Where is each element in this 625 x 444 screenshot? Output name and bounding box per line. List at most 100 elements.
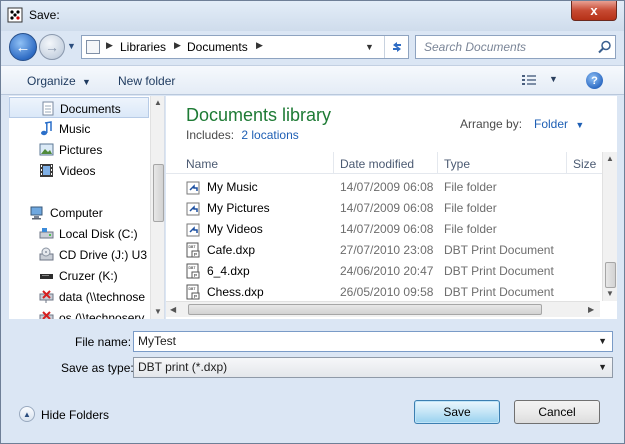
change-view-button[interactable]: ▼ [521, 73, 561, 89]
chevron-down-icon[interactable]: ▼ [549, 74, 558, 84]
breadcrumb-libraries[interactable]: Libraries [120, 40, 166, 54]
forward-button[interactable]: → [39, 34, 65, 60]
column-header: Name Date modified Type Size [166, 152, 617, 174]
file-type: File folder [444, 222, 497, 236]
refresh-icon [392, 42, 401, 52]
scroll-down-icon[interactable]: ▼ [154, 307, 162, 316]
sidebar-item-label: Cruzer (K:) [59, 269, 118, 283]
svg-text:DBT: DBT [189, 245, 197, 249]
scroll-up-icon[interactable]: ▲ [154, 98, 162, 107]
sidebar-item-network-os[interactable]: os (\\technoserv [9, 307, 149, 319]
history-dropdown-icon[interactable]: ▼ [67, 41, 76, 51]
file-name: Chess.dxp [207, 285, 264, 299]
svg-text:DBT: DBT [189, 266, 197, 270]
locations-link[interactable]: 2 locations [241, 128, 298, 142]
videos-icon [40, 164, 53, 177]
file-row[interactable]: My Pictures 14/07/2009 06:08 File folder [166, 197, 600, 218]
column-type[interactable]: Type [444, 157, 470, 171]
column-date-modified[interactable]: Date modified [340, 157, 414, 171]
sidebar-item-cruzer[interactable]: Cruzer (K:) [9, 265, 149, 286]
sidebar-item-videos[interactable]: Videos [9, 160, 149, 181]
location-icon [86, 40, 100, 54]
chevron-down-icon[interactable]: ▼ [598, 336, 607, 346]
breadcrumb-separator-icon[interactable]: ▶ [174, 40, 181, 51]
back-arrow-icon: ← [15, 38, 31, 56]
file-name: My Music [207, 180, 258, 194]
documents-icon [42, 101, 54, 116]
refresh-button[interactable] [384, 36, 408, 58]
help-icon: ? [591, 74, 598, 87]
sidebar-item-label: Videos [59, 164, 96, 178]
music-icon [41, 121, 52, 136]
cancel-button[interactable]: Cancel [514, 400, 600, 424]
sidebar-item-cd-drive[interactable]: CD Drive (J:) U3 S [9, 244, 158, 265]
scroll-right-icon[interactable]: ▶ [588, 305, 594, 314]
help-button[interactable]: ? [586, 72, 603, 89]
file-row[interactable]: DBT P 6_4.dxp 24/06/2010 20:47 DBT Print … [166, 260, 600, 281]
save-as-type-value: DBT print (*.dxp) [138, 360, 228, 374]
sidebar-item-pictures[interactable]: Pictures [9, 139, 149, 160]
file-row[interactable]: DBT P Cafe.dxp 27/07/2010 23:08 DBT Print… [166, 239, 600, 260]
arrange-by-value: Folder [534, 117, 569, 131]
folder-shortcut-icon [186, 181, 200, 195]
file-list-horizontal-scrollbar[interactable]: ◀ ▶ [166, 301, 600, 317]
horizontal-scroll-thumb[interactable] [188, 304, 542, 315]
breadcrumb-documents[interactable]: Documents [187, 40, 248, 54]
file-type: File folder [444, 201, 497, 215]
column-divider[interactable] [333, 152, 334, 174]
column-size[interactable]: Size [573, 157, 596, 171]
dxp-file-icon: DBT P [186, 263, 200, 279]
sidebar-item-label: data (\\technose [59, 290, 146, 304]
file-row[interactable]: My Music 14/07/2009 06:08 File folder [166, 176, 600, 197]
sidebar-item-documents[interactable]: Documents [9, 97, 149, 118]
file-type: DBT Print Document [444, 285, 554, 299]
column-name[interactable]: Name [186, 157, 218, 171]
computer-icon [30, 206, 43, 220]
cd-drive-icon [39, 247, 54, 261]
address-dropdown-icon[interactable]: ▼ [365, 42, 374, 52]
search-icon[interactable] [598, 40, 612, 54]
new-folder-button[interactable]: New folder [118, 74, 175, 88]
address-bar[interactable]: ▶ Libraries ▶ Documents ▶ ▼ [81, 35, 409, 59]
column-divider[interactable] [437, 152, 438, 174]
collapse-up-icon: ▲ [19, 406, 35, 422]
file-date: 24/06/2010 20:47 [340, 264, 434, 278]
file-name: My Pictures [207, 201, 270, 215]
vertical-scroll-thumb[interactable] [605, 262, 616, 288]
sidebar-item-music[interactable]: Music [9, 118, 149, 139]
sidebar-scroll-thumb[interactable] [153, 164, 164, 222]
organize-button[interactable]: Organize ▼ [27, 74, 91, 88]
search-box[interactable]: Search Documents [415, 35, 616, 59]
file-date: 27/07/2010 23:08 [340, 243, 434, 257]
svg-text:DBT: DBT [189, 287, 197, 291]
search-input[interactable]: Search Documents [424, 40, 526, 54]
navigation-pane: Documents Music Pictures Videos Computer [9, 96, 165, 319]
hide-folders-label: Hide Folders [41, 408, 110, 422]
sidebar-item-network-data[interactable]: data (\\technose [9, 286, 149, 307]
scroll-down-icon[interactable]: ▼ [606, 289, 614, 298]
close-button[interactable]: x [571, 1, 617, 21]
sidebar-scrollbar[interactable]: ▲ ▼ [150, 96, 164, 319]
view-list-icon [522, 75, 536, 85]
chevron-down-icon: ▼ [598, 362, 607, 372]
file-list-vertical-scrollbar[interactable]: ▲ ▼ [602, 152, 617, 301]
dxp-file-icon: DBT P [186, 242, 200, 258]
file-row[interactable]: My Videos 14/07/2009 06:08 File folder [166, 218, 600, 239]
arrange-by-dropdown[interactable]: Folder ▼ [534, 117, 584, 131]
sidebar-item-local-disk[interactable]: Local Disk (C:) [9, 223, 149, 244]
scroll-left-icon[interactable]: ◀ [170, 305, 176, 314]
file-date: 14/07/2009 06:08 [340, 180, 434, 194]
file-name: 6_4.dxp [207, 264, 250, 278]
filename-field[interactable]: MyTest ▼ [133, 331, 613, 352]
column-divider[interactable] [566, 152, 567, 174]
file-row[interactable]: DBT P Chess.dxp 26/05/2010 09:58 DBT Prin… [166, 281, 600, 302]
file-type: DBT Print Document [444, 243, 554, 257]
breadcrumb-separator-icon[interactable]: ▶ [106, 40, 113, 51]
save-as-type-select[interactable]: DBT print (*.dxp) ▼ [133, 357, 613, 378]
save-button[interactable]: Save [414, 400, 500, 424]
scroll-up-icon[interactable]: ▲ [606, 154, 614, 163]
breadcrumb-separator-icon[interactable]: ▶ [256, 40, 263, 51]
sidebar-item-computer[interactable]: Computer [9, 202, 149, 223]
chevron-down-icon: ▼ [575, 120, 585, 130]
back-button[interactable]: ← [9, 33, 37, 61]
